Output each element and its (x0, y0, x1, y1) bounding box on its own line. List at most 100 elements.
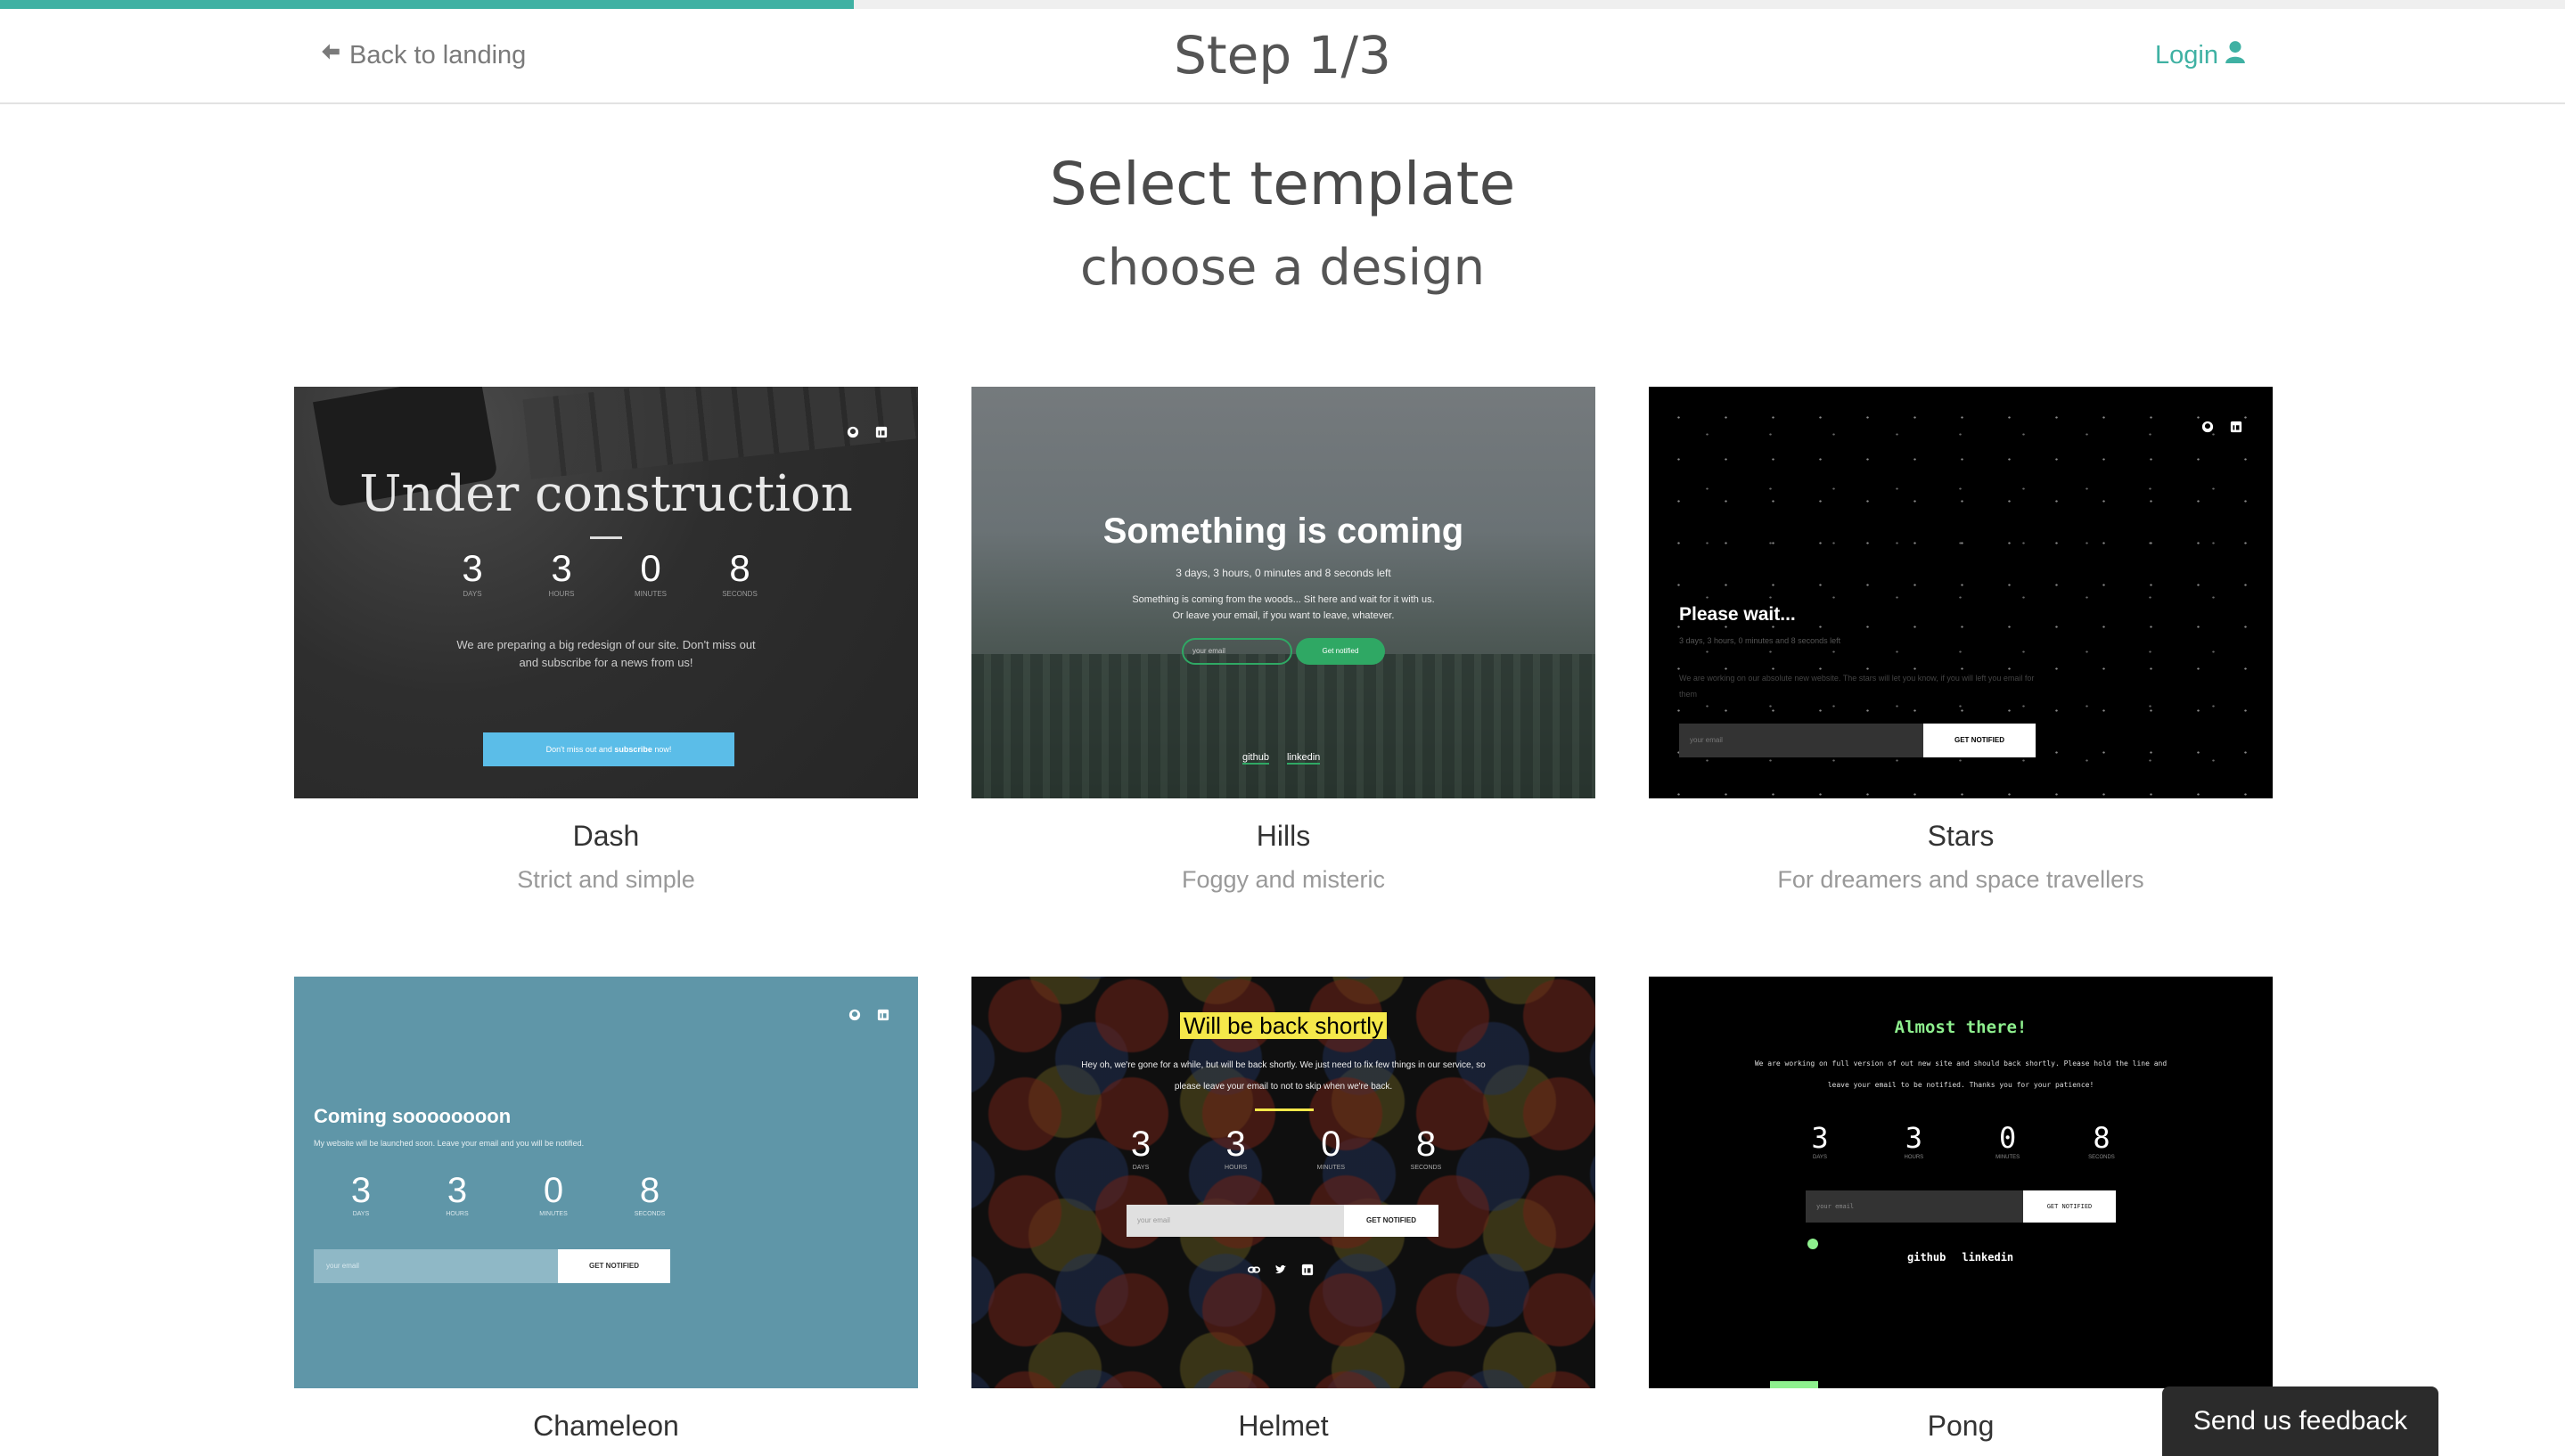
pong-ball (1807, 1239, 1818, 1249)
countdown-days-label: DAYS (352, 1211, 370, 1217)
countdown: 3 DAYS 3 HOURS 0 MINUTES 8 SECONDS (1114, 1125, 1453, 1171)
get-notified-button: GET NOTIFIED (558, 1249, 670, 1283)
github-icon (2201, 421, 2214, 438)
countdown-hours-label: HOURS (548, 590, 575, 598)
linkedin-icon (877, 1009, 889, 1026)
forest-image (971, 654, 1595, 798)
countdown: 3 DAYS 3 HOURS 0 MINUTES 8 SECONDS (446, 547, 766, 598)
get-notified-button: GET NOTIFIED (2023, 1190, 2116, 1223)
countdown-seconds-label: SECONDS (722, 590, 758, 598)
linkedin-link: linkedin (1962, 1251, 2014, 1264)
template-description: For dreamers and space travellers (1777, 866, 2144, 893)
linkedin-icon (2230, 421, 2242, 438)
template-description: Foggy and misteric (1181, 866, 1386, 893)
countdown-minutes: 0 (1999, 1121, 2017, 1155)
countdown-seconds-label: SECONDS (634, 1211, 666, 1217)
preview-text: Hey oh, we're gone for a while, but will… (1081, 1060, 1486, 1092)
countdown-minutes-label: MINUTES (1316, 1165, 1346, 1171)
github-link: github (1242, 752, 1269, 765)
template-preview-chameleon[interactable]: Coming soooooooon My website will be lau… (294, 977, 918, 1388)
link-icon (1248, 1264, 1260, 1280)
progress-fill (0, 0, 855, 9)
preview-text: Something is coming from the woods... Si… (1132, 594, 1435, 621)
countdown-hours-label: HOURS (1904, 1155, 1924, 1160)
github-icon (848, 1009, 861, 1026)
countdown-minutes: 0 (543, 1171, 564, 1210)
preview-text: We are working on our absolute new websi… (1679, 674, 2035, 699)
preview-text: My website will be launched soon. Leave … (314, 1139, 585, 1148)
countdown-text: 3 days, 3 hours, 0 minutes and 8 seconds… (1176, 567, 1391, 579)
countdown-minutes-label: MINUTES (635, 590, 667, 598)
countdown-hours: 3 (1905, 1121, 1922, 1155)
preview-heading: Will be back shortly (1180, 1012, 1387, 1039)
countdown-days-label: DAYS (1813, 1155, 1827, 1160)
divider (590, 536, 622, 539)
email-field: your email (1182, 638, 1292, 665)
countdown-minutes-label: MINUTES (1995, 1155, 2020, 1160)
linkedin-link: linkedin (1286, 752, 1321, 765)
pong-paddle (1770, 1381, 1818, 1388)
template-preview-stars[interactable]: Please wait... 3 days, 3 hours, 0 minute… (1649, 387, 2273, 798)
preview-heading: Under construction (359, 465, 853, 523)
progress-track (0, 0, 2565, 9)
linkedin-icon (1301, 1264, 1314, 1280)
preview-heading: Something is coming (1102, 511, 1464, 551)
countdown-hours: 3 (551, 547, 572, 589)
template-preview-pong[interactable]: Almost there! We are working on full ver… (1649, 977, 2273, 1388)
countdown-seconds: 8 (729, 547, 750, 589)
page-title: Select template (1049, 150, 1516, 218)
countdown-minutes-label: MINUTES (539, 1211, 568, 1217)
email-field: your email (1127, 1205, 1344, 1237)
send-feedback-button[interactable]: Send us feedback (2162, 1386, 2438, 1456)
email-field: your email (1679, 724, 1923, 757)
template-description: Strict and simple (517, 866, 695, 893)
countdown-days: 3 (1811, 1121, 1829, 1155)
countdown-minutes: 0 (1321, 1125, 1341, 1164)
template-name: Helmet (1238, 1410, 1329, 1442)
twitter-icon (1274, 1264, 1287, 1280)
email-field: your email (314, 1249, 558, 1283)
subscribe-button: Don't miss out and subscribe now! (483, 732, 734, 766)
preview-text: We are working on full version of out ne… (1754, 1059, 2168, 1089)
countdown-text: 3 days, 3 hours, 0 minutes and 8 seconds… (1679, 636, 1841, 645)
login-label: Login (2155, 40, 2218, 70)
countdown-days: 3 (462, 547, 483, 589)
preview-heading: Almost there! (1894, 1018, 2028, 1037)
divider (1255, 1108, 1314, 1111)
linkedin-icon (875, 426, 888, 443)
countdown-seconds-label: SECONDS (1410, 1165, 1442, 1171)
get-notified-button: GET NOTIFIED (1923, 724, 2036, 757)
countdown-hours: 3 (1225, 1125, 1246, 1164)
countdown: 3 DAYS 3 HOURS 0 MINUTES 8 SECONDS (334, 1171, 676, 1217)
countdown-hours: 3 (447, 1171, 468, 1210)
countdown-seconds: 8 (639, 1171, 660, 1210)
get-notified-button: Get notified (1296, 638, 1385, 665)
page-subtitle: choose a design (1079, 239, 1486, 297)
template-name: Stars (1927, 820, 1995, 852)
countdown-days: 3 (350, 1171, 372, 1210)
template-name: Chameleon (533, 1410, 679, 1442)
login-link[interactable]: Login (2155, 36, 2245, 75)
countdown-seconds: 8 (2093, 1121, 2110, 1155)
get-notified-button: GET NOTIFIED (1344, 1205, 1438, 1237)
countdown-hours-label: HOURS (1225, 1165, 1248, 1171)
preview-heading: Please wait... (1679, 604, 1796, 625)
countdown-days-label: DAYS (1132, 1165, 1150, 1171)
countdown-minutes: 0 (640, 547, 661, 589)
countdown-days-label: DAYS (463, 590, 482, 598)
github-icon (847, 426, 859, 443)
template-preview-dash[interactable]: Under construction 3 DAYS 3 HOURS 0 MINUTES… (294, 387, 918, 798)
countdown-hours-label: HOURS (446, 1211, 469, 1217)
email-field: your email (1806, 1190, 2023, 1223)
user-icon (2218, 40, 2245, 70)
countdown: 3 DAYS 3 HOURS 0 MINUTES 8 SECONDS (1793, 1121, 2128, 1160)
header: Back to landing Step 1/3 Login (0, 9, 2565, 104)
preview-heading: Coming soooooooon (314, 1105, 512, 1127)
template-preview-hills[interactable]: Something is coming 3 days, 3 hours, 0 m… (971, 387, 1595, 798)
countdown-seconds: 8 (1415, 1125, 1437, 1164)
countdown-days: 3 (1130, 1125, 1151, 1164)
github-link: github (1907, 1251, 1946, 1264)
template-name: Hills (1256, 820, 1311, 852)
template-preview-helmet[interactable]: Will be back shortly Hey oh, we're gone … (971, 977, 1595, 1388)
preview-text: We are preparing a big redesign of our s… (456, 638, 756, 669)
